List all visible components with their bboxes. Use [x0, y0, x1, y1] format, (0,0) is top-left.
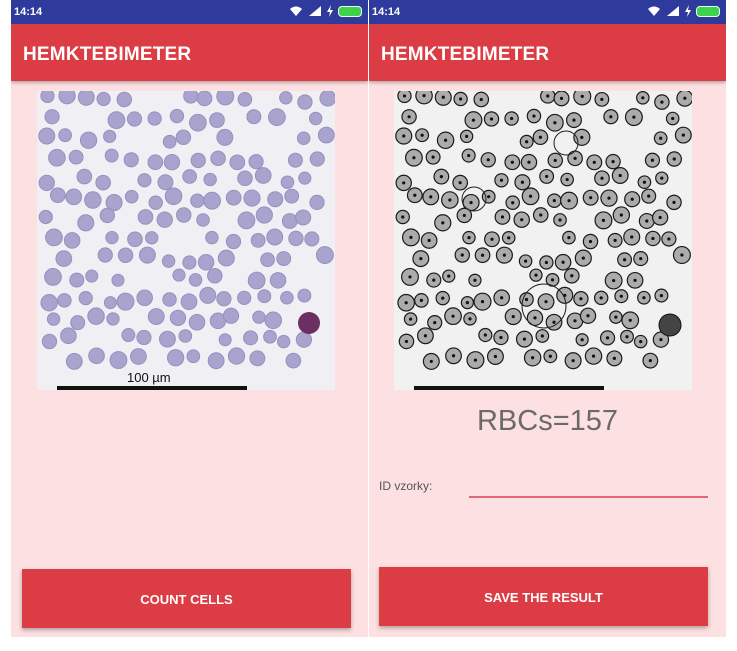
- app-bar: HEMKTEBIMETER: [369, 24, 726, 81]
- rbc-count-result: RBCs=157: [476, 405, 619, 437]
- save-result-button[interactable]: SAVE THE RESULT: [379, 567, 708, 626]
- status-bar: 14:14: [369, 0, 726, 24]
- charging-icon: [327, 5, 333, 17]
- app-bar: HEMKTEBIMETER: [11, 24, 368, 81]
- charging-icon: [685, 5, 691, 17]
- status-icons: [289, 5, 362, 17]
- status-time: 14:14: [372, 6, 401, 18]
- scale-bar: [57, 386, 247, 390]
- scale-bar: [414, 386, 604, 390]
- phone-screen-right: 14:14 HEMKTEBIMETER RBCs=157 ID vzorky: …: [369, 0, 726, 637]
- phone-screen-left: 14:14 HEMKTEBIMETER 100 µm COUNT CELLS: [11, 0, 368, 637]
- signal-icon: [309, 6, 321, 16]
- status-bar: 14:14: [11, 0, 368, 24]
- wifi-icon: [648, 6, 660, 16]
- wifi-icon: [290, 6, 302, 16]
- blood-smear-image: 100 µm: [37, 91, 335, 390]
- detected-cells-overlay: [395, 91, 692, 370]
- sample-id-input[interactable]: [469, 474, 708, 498]
- processed-cell-image: [394, 91, 692, 390]
- count-cells-button[interactable]: COUNT CELLS: [22, 569, 351, 628]
- status-time: 14:14: [14, 6, 43, 18]
- battery-icon: [338, 5, 362, 17]
- battery-icon: [696, 5, 720, 17]
- signal-icon: [667, 6, 679, 16]
- scale-label: 100 µm: [127, 370, 171, 385]
- status-icons: [647, 5, 720, 17]
- sample-id-label: ID vzorky:: [379, 479, 433, 493]
- app-title: HEMKTEBIMETER: [381, 44, 550, 65]
- blood-smear-photo: [38, 91, 335, 370]
- app-title: HEMKTEBIMETER: [23, 44, 192, 65]
